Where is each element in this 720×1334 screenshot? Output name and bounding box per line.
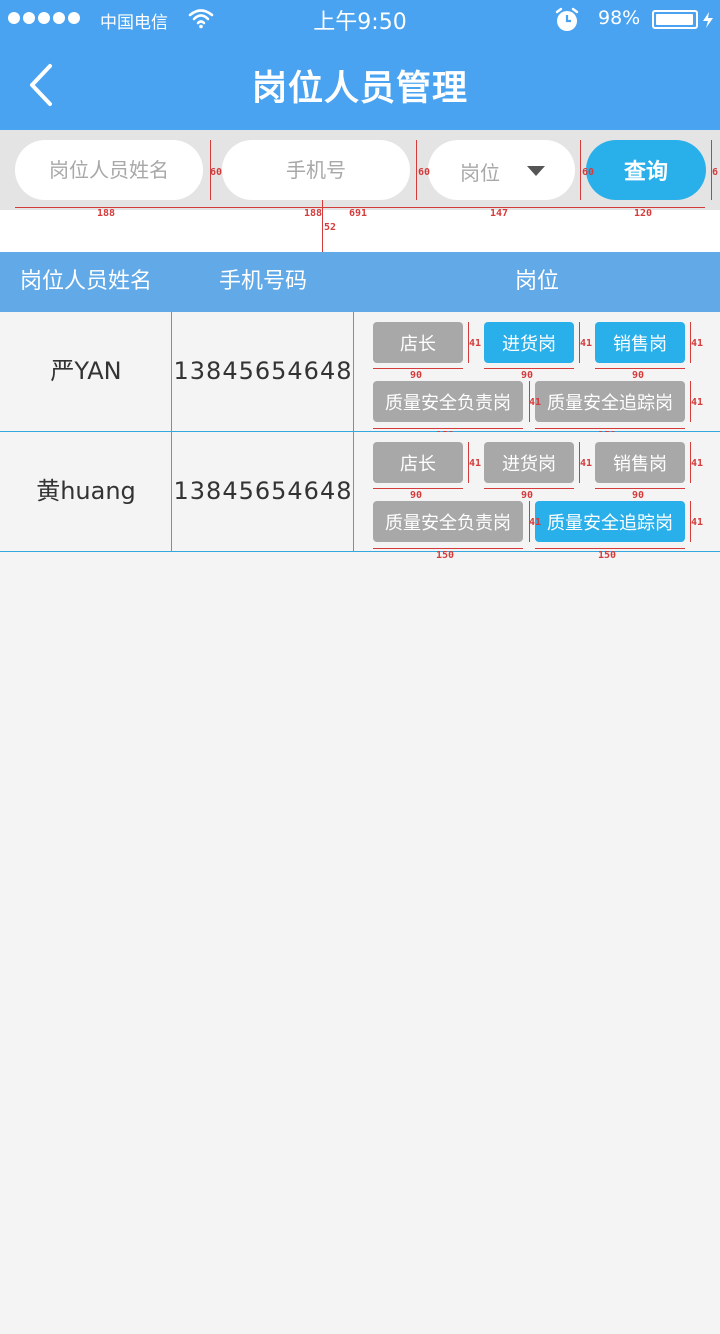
post-select-dropdown[interactable]: 岗位 xyxy=(428,140,575,200)
dimension-label: 41 xyxy=(529,517,542,528)
charging-bolt-icon xyxy=(703,12,713,28)
dimension-line xyxy=(373,548,523,549)
dimension-line xyxy=(373,488,463,489)
dimension-label: 90 xyxy=(632,490,645,501)
table-row[interactable]: 严YAN 13845654648 店长 进货岗 销售岗 质量安全负责岗 质量安全… xyxy=(0,312,720,441)
post-tag-purchasing[interactable]: 进货岗 xyxy=(484,442,574,483)
dimension-label: 150 xyxy=(436,550,455,561)
battery-icon xyxy=(652,10,698,29)
dimension-label: 120 xyxy=(634,208,653,219)
spacer-area: 188 188 691 147 120 52 xyxy=(0,200,720,252)
dimension-label: 188 xyxy=(304,208,323,219)
dimension-line xyxy=(373,368,463,369)
post-tag-store-manager[interactable]: 店长 xyxy=(373,322,463,363)
dimension-label: 41 xyxy=(691,517,704,528)
dimension-label: 90 xyxy=(410,490,423,501)
dimension-label: 41 xyxy=(691,458,704,469)
status-bar: 中国电信 上午9:50 98% xyxy=(0,0,720,40)
battery-percentage: 98% xyxy=(598,7,641,29)
post-tag-purchasing[interactable]: 进货岗 xyxy=(484,322,574,363)
dimension-label: 41 xyxy=(529,397,542,408)
post-tag-quality-safety-tracking[interactable]: 质量安全追踪岗 xyxy=(535,501,685,542)
column-header-phone: 手机号码 xyxy=(218,269,307,294)
name-search-input[interactable] xyxy=(15,140,203,200)
post-select-label: 岗位 xyxy=(460,161,500,185)
dimension-label: 691 xyxy=(349,208,368,219)
dimension-line xyxy=(373,428,523,429)
dimension-line xyxy=(535,428,685,429)
dimension-label: 60 xyxy=(418,167,431,178)
dimension-label: 90 xyxy=(521,490,534,501)
post-tag-sales[interactable]: 销售岗 xyxy=(595,322,685,363)
post-tag-quality-safety-lead[interactable]: 质量安全负责岗 xyxy=(373,501,523,542)
person-name: 黄huang xyxy=(36,477,136,505)
phone-search-input[interactable] xyxy=(222,140,410,200)
dropdown-triangle-icon xyxy=(527,166,545,176)
dimension-label: 147 xyxy=(490,208,509,219)
dimension-label: 60 xyxy=(210,167,223,178)
alarm-clock-icon xyxy=(555,7,579,31)
post-tag-sales[interactable]: 销售岗 xyxy=(595,442,685,483)
dimension-label: 6 xyxy=(712,167,719,178)
query-button[interactable]: 查询 xyxy=(586,140,706,200)
dimension-label: 41 xyxy=(580,458,593,469)
dimension-line xyxy=(595,368,685,369)
person-phone: 13845654648 xyxy=(173,357,353,385)
post-tag-quality-safety-lead[interactable]: 质量安全负责岗 xyxy=(373,381,523,422)
dimension-label: 90 xyxy=(521,370,534,381)
dimension-label: 150 xyxy=(598,550,617,561)
dimension-label: 60 xyxy=(582,167,595,178)
dimension-line xyxy=(595,488,685,489)
dimension-label: 41 xyxy=(691,338,704,349)
dimension-line xyxy=(416,140,417,200)
dimension-label: 90 xyxy=(632,370,645,381)
dimension-label: 41 xyxy=(580,338,593,349)
dimension-line xyxy=(484,368,574,369)
dimension-label: 90 xyxy=(410,370,423,381)
dimension-label: 41 xyxy=(691,397,704,408)
post-tag-store-manager[interactable]: 店长 xyxy=(373,442,463,483)
dimension-line xyxy=(484,488,574,489)
column-header-post: 岗位 xyxy=(514,269,559,294)
dimension-label: 188 xyxy=(97,208,116,219)
search-filter-bar: 岗位 查询 60 60 60 6 xyxy=(0,130,720,210)
person-phone: 13845654648 xyxy=(173,477,353,505)
table-header: 岗位人员姓名 手机号码 岗位 xyxy=(0,252,720,312)
dimension-label: 52 xyxy=(324,222,337,233)
page-title: 岗位人员管理 xyxy=(251,69,468,109)
column-header-name: 岗位人员姓名 xyxy=(19,269,152,294)
dimension-line xyxy=(535,548,685,549)
person-name: 严YAN xyxy=(50,357,122,385)
dimension-line xyxy=(322,200,323,252)
dimension-label: 41 xyxy=(469,338,482,349)
table-row[interactable]: 黄huang 13845654648 店长 进货岗 销售岗 质量安全负责岗 质量… xyxy=(0,432,720,561)
dimension-line xyxy=(580,140,581,200)
app-header: 中国电信 上午9:50 98% 岗位人员管理 xyxy=(0,0,720,130)
post-tag-quality-safety-tracking[interactable]: 质量安全追踪岗 xyxy=(535,381,685,422)
dimension-label: 41 xyxy=(469,458,482,469)
